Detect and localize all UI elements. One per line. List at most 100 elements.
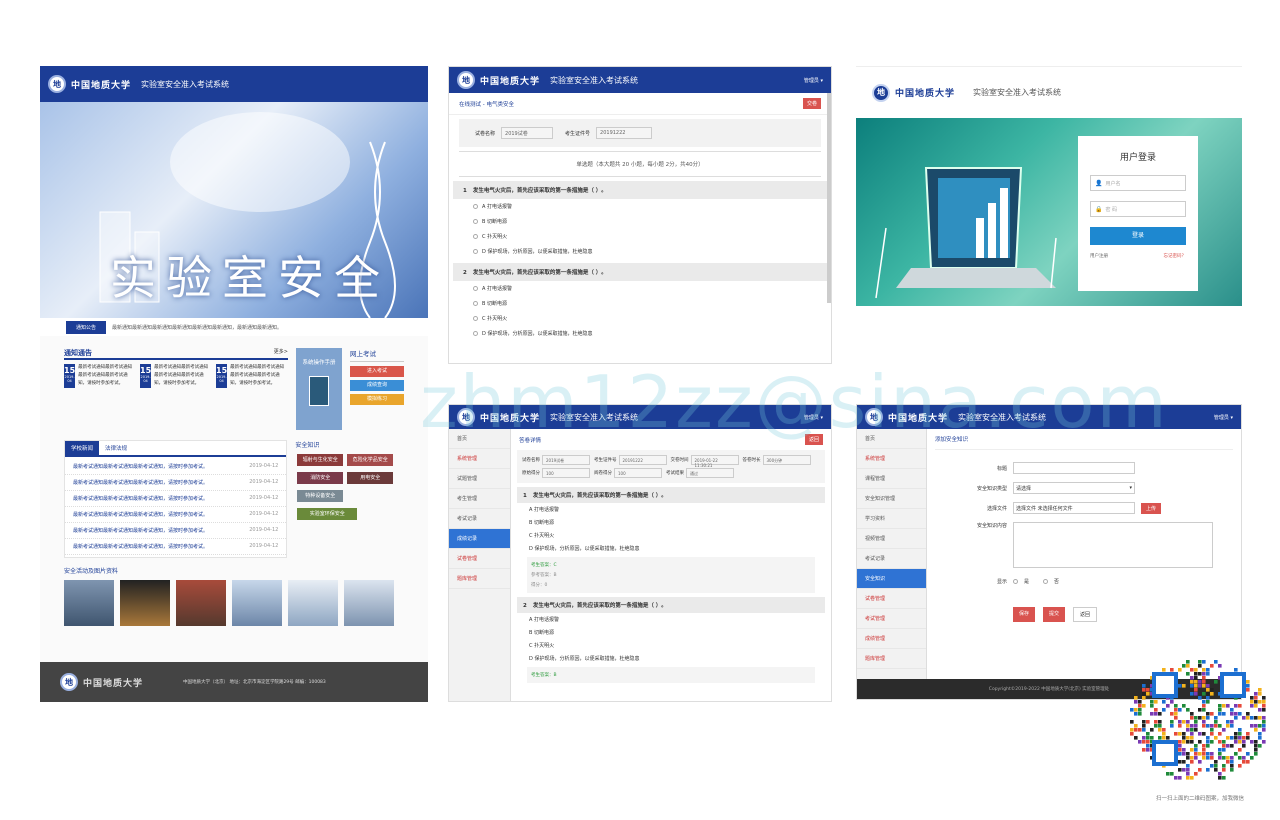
user-menu[interactable]: 管理员 ▾ bbox=[1214, 414, 1233, 421]
sidebar-item[interactable]: 考生管理 bbox=[449, 489, 510, 509]
qr-module bbox=[1258, 744, 1262, 748]
sidebar-item[interactable]: 试卷管理 bbox=[857, 589, 926, 609]
upload-button[interactable]: 上传 bbox=[1141, 502, 1162, 514]
tab-laws[interactable]: 法律法规 bbox=[99, 441, 133, 455]
gallery-photo[interactable] bbox=[120, 580, 170, 626]
safety-tag[interactable]: 辐射与生化安全 bbox=[297, 454, 344, 466]
login-button[interactable]: 登录 bbox=[1090, 227, 1186, 245]
answer-summary: 考生答案：B bbox=[527, 667, 815, 683]
news-item[interactable]: 最新考试通知最新考试通知最新考试通知，请按时参加考试。 2019-04-12 bbox=[65, 523, 287, 539]
option-item[interactable]: A 打电话报警 bbox=[453, 281, 827, 296]
show-no-radio[interactable] bbox=[1043, 579, 1049, 584]
password-field[interactable]: 🔒 密 码 bbox=[1090, 201, 1186, 217]
score-query-button[interactable]: 成绩查询 bbox=[350, 380, 404, 391]
qr-module bbox=[1254, 696, 1258, 700]
qr-module bbox=[1210, 728, 1214, 732]
sidebar-item[interactable]: 课程管理 bbox=[857, 469, 926, 489]
sidebar-item[interactable]: 考试记录 bbox=[857, 549, 926, 569]
sidebar-item[interactable]: 学习资料 bbox=[857, 509, 926, 529]
content-textarea[interactable] bbox=[1013, 522, 1213, 568]
sidebar-item[interactable]: 考试管理 bbox=[857, 609, 926, 629]
user-menu[interactable]: 管理员 ▾ bbox=[804, 77, 823, 84]
safety-tag[interactable]: 用电安全 bbox=[347, 472, 394, 484]
forgot-password-link[interactable]: 忘记密码？ bbox=[1164, 253, 1187, 259]
radio-button[interactable] bbox=[473, 204, 478, 209]
news-item[interactable]: 最新考试通知最新考试通知最新考试通知，请按时参加考试。 2019-04-12 bbox=[65, 491, 287, 507]
save-button[interactable]: 保存 bbox=[1013, 607, 1036, 622]
scrollbar[interactable] bbox=[827, 93, 831, 303]
qr-module bbox=[1174, 732, 1178, 736]
safety-tag[interactable]: 危险化学品安全 bbox=[347, 454, 394, 466]
option-item[interactable]: B 切断电源 bbox=[453, 296, 827, 311]
gallery-photo[interactable] bbox=[288, 580, 338, 626]
notice-title: 通知通告 bbox=[64, 349, 92, 357]
gallery-photo[interactable] bbox=[64, 580, 114, 626]
sidebar-item[interactable]: 安全知识 bbox=[857, 569, 926, 589]
safety-tag[interactable]: 消防安全 bbox=[297, 472, 344, 484]
submit-paper-button[interactable]: 交卷 bbox=[802, 98, 821, 109]
sidebar-item[interactable]: 题库管理 bbox=[449, 569, 510, 589]
safety-tag[interactable]: 实验室环保安全 bbox=[297, 508, 358, 520]
qr-module bbox=[1234, 732, 1238, 736]
qr-module bbox=[1194, 688, 1198, 692]
notice-item[interactable]: 15 2019-04 最新考试通知最新考试通知最新考试通知最新考试通知，请按时参加考… bbox=[216, 364, 288, 388]
gallery-photo[interactable] bbox=[232, 580, 282, 626]
option-item[interactable]: C 扑灭明火 bbox=[453, 311, 827, 326]
news-item[interactable]: 最新考试通知最新考试通知最新考试通知，请按时参加考试。 2019-04-12 bbox=[65, 459, 287, 475]
radio-button[interactable] bbox=[473, 316, 478, 321]
sidebar-item[interactable]: 系统管理 bbox=[857, 449, 926, 469]
radio-button[interactable] bbox=[473, 331, 478, 336]
radio-button[interactable] bbox=[473, 249, 478, 254]
sidebar-item[interactable]: 首页 bbox=[449, 429, 510, 449]
qr-module bbox=[1242, 716, 1246, 720]
file-input[interactable]: 选择文件 未选择任何文件 bbox=[1013, 502, 1135, 514]
username-field[interactable]: 👤 用户名 bbox=[1090, 175, 1186, 191]
enter-exam-button[interactable]: 进入考试 bbox=[350, 366, 404, 377]
sidebar-item[interactable]: 安全知识管理 bbox=[857, 489, 926, 509]
register-link[interactable]: 用户注册 bbox=[1090, 253, 1108, 259]
submit-button[interactable]: 提交 bbox=[1043, 607, 1066, 622]
info-field: 考生证件号 20191222 bbox=[594, 455, 667, 465]
qr-module bbox=[1154, 708, 1158, 712]
copyright-text: Copyright©2019-2022 中国地质大学(北京) 实验室管理处 bbox=[988, 687, 1110, 692]
sidebar-item[interactable]: 成绩管理 bbox=[857, 629, 926, 649]
sidebar-item[interactable]: 首页 bbox=[857, 429, 926, 449]
option-item[interactable]: D 保护现场，分析原因，以便采取措施，杜绝隐患 bbox=[453, 244, 827, 259]
news-item[interactable]: 最新考试通知最新考试通知最新考试通知，请按时参加考试。 2019-04-12 bbox=[65, 475, 287, 491]
sidebar-item[interactable]: 视频管理 bbox=[857, 529, 926, 549]
handbook-card[interactable]: 系统操作手册 bbox=[296, 348, 342, 430]
option-item[interactable]: A 打电话报警 bbox=[453, 199, 827, 214]
qr-module bbox=[1206, 700, 1210, 704]
title-input[interactable] bbox=[1013, 462, 1135, 474]
radio-button[interactable] bbox=[473, 219, 478, 224]
radio-button[interactable] bbox=[473, 234, 478, 239]
option-item[interactable]: B 切断电源 bbox=[453, 214, 827, 229]
news-item[interactable]: 最新考试通知最新考试通知最新考试通知，请按时参加考试。 2019-04-12 bbox=[65, 539, 287, 555]
gallery-photo[interactable] bbox=[344, 580, 394, 626]
banner-text: 实验室安全 bbox=[110, 251, 390, 305]
option-item[interactable]: C 扑灭明火 bbox=[453, 229, 827, 244]
sidebar-item[interactable]: 题库管理 bbox=[857, 649, 926, 669]
gallery-photo[interactable] bbox=[176, 580, 226, 626]
tab-school-news[interactable]: 学校新闻 bbox=[65, 441, 100, 455]
notice-item[interactable]: 15 2019-04 最新考试通知最新考试通知最新考试通知最新考试通知，请按时参加考… bbox=[64, 364, 136, 388]
notice-more-link[interactable]: 更多> bbox=[274, 348, 288, 358]
sidebar-item[interactable]: 试卷管理 bbox=[449, 549, 510, 569]
show-yes-radio[interactable] bbox=[1013, 579, 1018, 584]
type-select[interactable]: 请选择 ▾ bbox=[1013, 482, 1135, 494]
sidebar-item[interactable]: 考试记录 bbox=[449, 509, 510, 529]
radio-button[interactable] bbox=[473, 286, 478, 291]
user-menu[interactable]: 管理员 ▾ bbox=[804, 414, 823, 421]
radio-button[interactable] bbox=[473, 301, 478, 306]
qr-module bbox=[1182, 664, 1186, 668]
sidebar-item[interactable]: 试题管理 bbox=[449, 469, 510, 489]
notice-item[interactable]: 15 2019-04 最新考试通知最新考试通知最新考试通知最新考试通知，请按时参加考… bbox=[140, 364, 212, 388]
sidebar-item[interactable]: 成绩记录 bbox=[449, 529, 510, 549]
sidebar-item[interactable]: 系统管理 bbox=[449, 449, 510, 469]
news-item[interactable]: 最新考试通知最新考试通知最新考试通知，请按时参加考试。 2019-04-12 bbox=[65, 507, 287, 523]
safety-tag[interactable]: 特种设备安全 bbox=[297, 490, 344, 502]
mock-practice-button[interactable]: 模拟练习 bbox=[350, 394, 404, 405]
return-button[interactable]: 返回 bbox=[1073, 607, 1098, 622]
back-button[interactable]: 返回 bbox=[804, 434, 823, 445]
option-item[interactable]: D 保护现场，分析原因，以便采取措施，杜绝隐患 bbox=[453, 326, 827, 341]
